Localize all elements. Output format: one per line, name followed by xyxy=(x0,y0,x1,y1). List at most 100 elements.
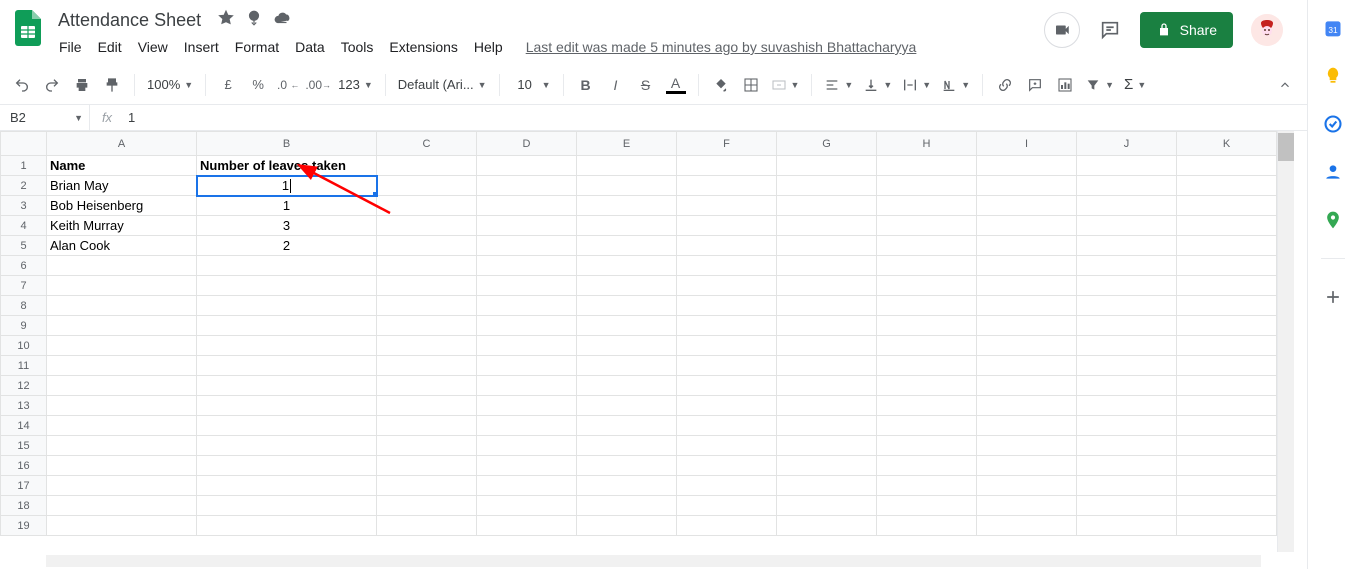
text-wrap-dropdown[interactable]: ▼ xyxy=(898,77,935,93)
cell-A14[interactable] xyxy=(47,416,197,436)
cell-G1[interactable] xyxy=(777,156,877,176)
menu-edit[interactable]: Edit xyxy=(91,35,129,59)
cell-J18[interactable] xyxy=(1077,496,1177,516)
cell-I1[interactable] xyxy=(977,156,1077,176)
cell-K4[interactable] xyxy=(1177,216,1277,236)
cell-I3[interactable] xyxy=(977,196,1077,216)
cell-H15[interactable] xyxy=(877,436,977,456)
cell-H4[interactable] xyxy=(877,216,977,236)
toolbar-collapse-button[interactable] xyxy=(1271,71,1299,99)
select-all-cell[interactable] xyxy=(1,132,47,156)
fill-color-button[interactable] xyxy=(707,71,735,99)
cell-J3[interactable] xyxy=(1077,196,1177,216)
cell-D3[interactable] xyxy=(477,196,577,216)
cell-D17[interactable] xyxy=(477,476,577,496)
cell-D19[interactable] xyxy=(477,516,577,536)
cell-F17[interactable] xyxy=(677,476,777,496)
cell-D2[interactable] xyxy=(477,176,577,196)
cell-G10[interactable] xyxy=(777,336,877,356)
menu-data[interactable]: Data xyxy=(288,35,332,59)
cell-H9[interactable] xyxy=(877,316,977,336)
decrease-decimal-button[interactable]: .0 ← xyxy=(274,71,302,99)
menu-extensions[interactable]: Extensions xyxy=(382,35,464,59)
keep-icon[interactable] xyxy=(1323,66,1343,86)
cell-K11[interactable] xyxy=(1177,356,1277,376)
row-header-10[interactable]: 10 xyxy=(1,336,47,356)
cell-D14[interactable] xyxy=(477,416,577,436)
increase-decimal-button[interactable]: .00→ xyxy=(304,71,332,99)
star-icon[interactable] xyxy=(217,9,235,32)
row-header-14[interactable]: 14 xyxy=(1,416,47,436)
cell-G9[interactable] xyxy=(777,316,877,336)
cell-E2[interactable] xyxy=(577,176,677,196)
cell-H5[interactable] xyxy=(877,236,977,256)
cell-D4[interactable] xyxy=(477,216,577,236)
vertical-align-dropdown[interactable]: ▼ xyxy=(859,77,896,93)
calendar-icon[interactable]: 31 xyxy=(1323,18,1343,38)
cell-E17[interactable] xyxy=(577,476,677,496)
row-header-8[interactable]: 8 xyxy=(1,296,47,316)
cell-G17[interactable] xyxy=(777,476,877,496)
cell-E10[interactable] xyxy=(577,336,677,356)
cell-F15[interactable] xyxy=(677,436,777,456)
cell-K3[interactable] xyxy=(1177,196,1277,216)
column-header-C[interactable]: C xyxy=(377,132,477,156)
cell-F5[interactable] xyxy=(677,236,777,256)
cell-A5[interactable]: Alan Cook xyxy=(47,236,197,256)
cell-I15[interactable] xyxy=(977,436,1077,456)
cell-H3[interactable] xyxy=(877,196,977,216)
filter-dropdown[interactable]: ▼ xyxy=(1081,77,1118,93)
cell-E12[interactable] xyxy=(577,376,677,396)
column-header-J[interactable]: J xyxy=(1077,132,1177,156)
cell-I2[interactable] xyxy=(977,176,1077,196)
column-header-D[interactable]: D xyxy=(477,132,577,156)
comments-icon[interactable] xyxy=(1098,18,1122,42)
cell-F11[interactable] xyxy=(677,356,777,376)
account-avatar[interactable] xyxy=(1251,14,1283,46)
horizontal-scrollbar[interactable] xyxy=(0,552,1307,569)
cell-J16[interactable] xyxy=(1077,456,1177,476)
cell-C6[interactable] xyxy=(377,256,477,276)
cell-J1[interactable] xyxy=(1077,156,1177,176)
cell-J6[interactable] xyxy=(1077,256,1177,276)
doc-title[interactable]: Attendance Sheet xyxy=(52,8,207,33)
cell-J9[interactable] xyxy=(1077,316,1177,336)
cell-G13[interactable] xyxy=(777,396,877,416)
spreadsheet-grid[interactable]: ABCDEFGHIJK1NameNumber of leaves taken2B… xyxy=(0,131,1277,552)
cell-I7[interactable] xyxy=(977,276,1077,296)
cell-H19[interactable] xyxy=(877,516,977,536)
cell-A9[interactable] xyxy=(47,316,197,336)
cell-H12[interactable] xyxy=(877,376,977,396)
cell-K16[interactable] xyxy=(1177,456,1277,476)
cell-A4[interactable]: Keith Murray xyxy=(47,216,197,236)
meet-button[interactable] xyxy=(1044,12,1080,48)
cell-H10[interactable] xyxy=(877,336,977,356)
cell-B9[interactable] xyxy=(197,316,377,336)
column-header-I[interactable]: I xyxy=(977,132,1077,156)
cell-F6[interactable] xyxy=(677,256,777,276)
cell-J10[interactable] xyxy=(1077,336,1177,356)
row-header-13[interactable]: 13 xyxy=(1,396,47,416)
menu-file[interactable]: File xyxy=(52,35,89,59)
contacts-icon[interactable] xyxy=(1323,162,1343,182)
cell-A2[interactable]: Brian May xyxy=(47,176,197,196)
cell-A18[interactable] xyxy=(47,496,197,516)
cell-D9[interactable] xyxy=(477,316,577,336)
cell-E11[interactable] xyxy=(577,356,677,376)
cell-D6[interactable] xyxy=(477,256,577,276)
cell-I18[interactable] xyxy=(977,496,1077,516)
cell-F18[interactable] xyxy=(677,496,777,516)
cell-D1[interactable] xyxy=(477,156,577,176)
cell-E18[interactable] xyxy=(577,496,677,516)
cell-J11[interactable] xyxy=(1077,356,1177,376)
cell-A6[interactable] xyxy=(47,256,197,276)
cell-G2[interactable] xyxy=(777,176,877,196)
cell-D12[interactable] xyxy=(477,376,577,396)
column-header-H[interactable]: H xyxy=(877,132,977,156)
row-header-15[interactable]: 15 xyxy=(1,436,47,456)
cell-K9[interactable] xyxy=(1177,316,1277,336)
cell-K10[interactable] xyxy=(1177,336,1277,356)
menu-insert[interactable]: Insert xyxy=(177,35,226,59)
cell-H16[interactable] xyxy=(877,456,977,476)
undo-button[interactable] xyxy=(8,71,36,99)
